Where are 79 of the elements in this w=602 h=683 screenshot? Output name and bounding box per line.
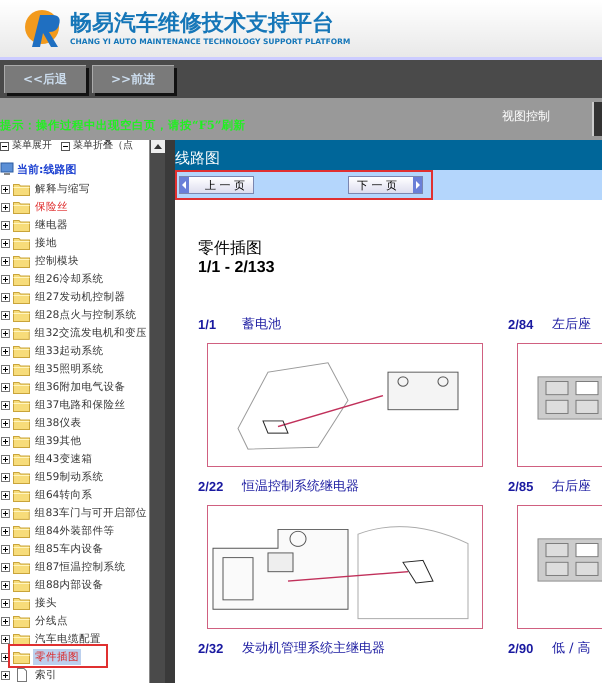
tree-item[interactable]: 分线点 [33,613,70,629]
previous-page-button[interactable]: 上 一 页 [179,176,254,194]
folder-icon [13,254,30,268]
folder-icon [13,650,30,664]
tree-item[interactable]: 组37电路和保险丝 [33,397,128,413]
folder-icon [13,560,30,574]
folder-icon [13,488,30,502]
figure-number: 1/1 [198,316,218,332]
folder-icon [13,452,30,466]
tree-item[interactable]: 组39其他 [33,433,84,449]
folder-icon [13,416,30,430]
site-title: 畅易汽车维修技术支持平台 [70,11,335,37]
folder-icon [13,344,30,358]
folder-icon [13,470,30,484]
folder-icon [13,614,30,628]
tree-item[interactable]: 控制模块 [33,253,81,269]
folder-icon [13,578,30,592]
toolbar-link[interactable]: 菜单折叠（点 [73,141,133,151]
tree-item[interactable]: 组35照明系统 [33,361,106,377]
tree-item[interactable]: 汽车电缆配置 [33,631,103,647]
tree-item[interactable]: 组32交流发电机和变压 [32,325,149,341]
folder-icon [13,236,30,250]
folder-icon [12,326,30,340]
page-range: 1/1 - 2/133 [198,259,276,277]
folder-icon [13,380,30,394]
computer-icon [0,162,14,176]
panel-edge [592,102,602,136]
tree-item[interactable]: 继电器 [33,217,70,233]
figure-title: 左后座 [552,316,591,333]
folder-icon [13,398,30,412]
folder-icon [13,632,30,646]
tree-item[interactable]: 组84外装部件等 [33,523,116,539]
figure-title: 低 / 高 [552,640,591,657]
folder-icon [13,272,30,286]
folder-icon [13,218,30,232]
figure-title: 蓄电池 [242,316,281,333]
folder-icon [13,434,30,448]
folder-icon [13,308,30,322]
scrollbar[interactable] [149,140,165,683]
tree-item[interactable]: 组88内部设备 [33,577,106,593]
next-page-button[interactable]: 下 一 页 [348,176,423,194]
tree-item[interactable]: 组33起动系统 [33,343,106,359]
folder-icon [13,182,30,196]
tree-item[interactable]: 组83车门与可开启部位 [32,505,149,521]
tree-item[interactable]: 组87恒温控制系统 [33,559,128,575]
tree-item[interactable]: 组36附加电气设备 [33,379,128,395]
tree-item[interactable]: 组64转向系 [33,487,94,503]
tree-item[interactable]: 解释与缩写 [33,181,92,197]
tree-item[interactable]: 索引 [33,667,59,683]
figure-number: 2/90 [508,640,534,656]
figure-number: 2/84 [508,316,534,332]
tree-item[interactable]: 组85车内设备 [33,541,106,557]
tree-item[interactable]: 组27发动机控制器 [33,289,128,305]
tree-item[interactable]: 接头 [33,595,59,611]
folder-icon [13,524,30,538]
folder-icon [13,200,30,214]
tree-item[interactable]: 保险丝 [33,199,70,215]
page-heading: 零件插图 [198,238,263,259]
folder-icon [12,506,30,520]
figure-title: 恒温控制系统继电器 [242,478,359,495]
figure-number: 2/85 [508,478,534,494]
folder-icon [13,542,30,556]
panel-title: 线路图 [175,140,602,170]
tree-item[interactable]: 组26冷却系统 [33,271,106,287]
figure-title: 右后座 [552,478,591,495]
folder-icon [13,290,30,304]
hint-text: 提示：操作过程中出现空白页，请按“F5”刷新 [0,118,246,132]
tree-root-label: 当前:线路图 [17,162,76,176]
toolbar-link[interactable]: 菜单展开 [12,141,52,151]
figure-number: 2/32 [198,640,224,656]
tree-item[interactable]: 接地 [33,235,59,251]
tree-item[interactable]: 组43变速箱 [33,451,94,467]
figure-title: 发动机管理系统主继电器 [242,640,385,657]
folder-icon [13,596,30,610]
figure-number: 2/22 [198,478,224,494]
tree-item[interactable]: 组28点火与控制系统 [33,307,138,323]
tree-item[interactable]: 组59制动系统 [33,469,106,485]
folder-icon [13,362,30,376]
tree-item[interactable]: 组38仪表 [33,415,84,431]
